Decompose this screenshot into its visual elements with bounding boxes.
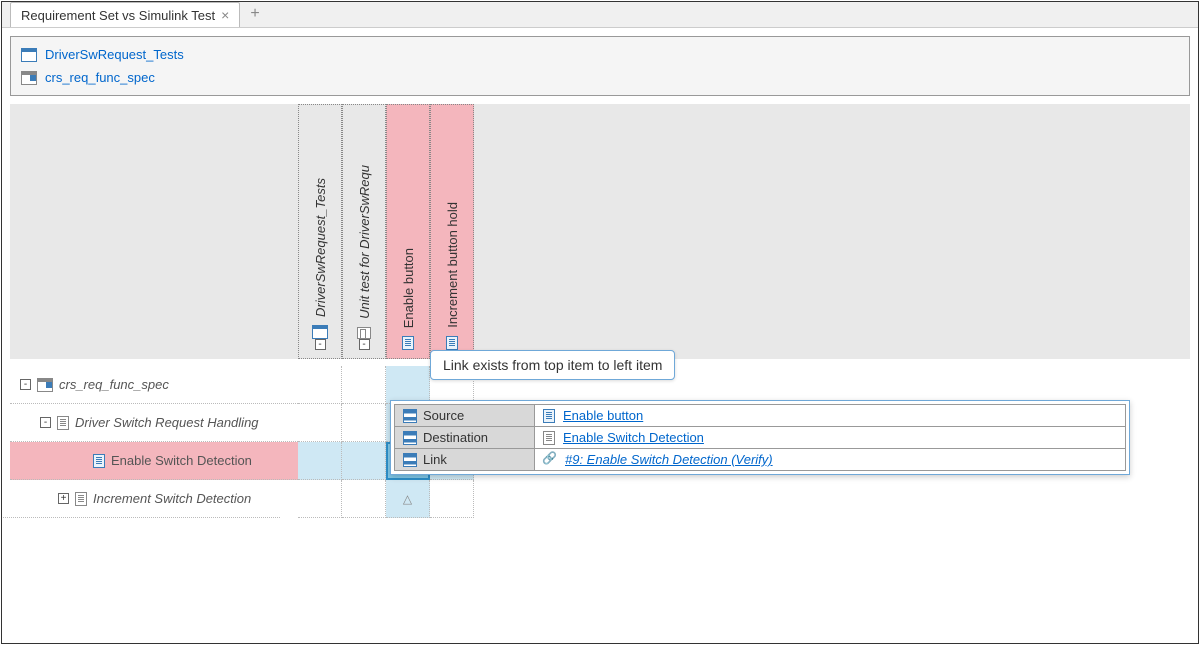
matrix-cell[interactable]: △ <box>386 480 430 518</box>
matrix-cell[interactable] <box>342 480 386 518</box>
close-icon[interactable]: × <box>221 8 229 22</box>
details-link-link[interactable]: #9: Enable Switch Detection (Verify) <box>565 452 773 467</box>
testfile-icon <box>312 325 328 339</box>
collapse-toggle[interactable]: - <box>315 339 326 350</box>
grid-icon <box>403 409 417 423</box>
details-destination-label: Destination <box>423 430 488 445</box>
grid-icon <box>403 453 417 467</box>
expand-toggle[interactable]: + <box>58 493 69 504</box>
artifact-link[interactable]: DriverSwRequest_Tests <box>45 47 184 62</box>
details-row-destination: Destination Enable Switch Detection <box>395 427 1126 449</box>
matrix-cell[interactable] <box>298 442 342 480</box>
matrix-cell[interactable] <box>342 404 386 442</box>
column-header-bg <box>10 104 1190 359</box>
link-details-panel: Source Enable button Destination <box>390 400 1130 475</box>
details-row-link: Link #9: Enable Switch Detection (Verify… <box>395 449 1126 471</box>
artifact-link[interactable]: crs_req_func_spec <box>45 70 155 85</box>
row-label: crs_req_func_spec <box>59 377 169 392</box>
reqset-icon <box>21 71 37 85</box>
artifact-item-tests[interactable]: DriverSwRequest_Tests <box>21 43 1179 66</box>
details-destination-link[interactable]: Enable Switch Detection <box>563 430 704 445</box>
tab-requirement-matrix[interactable]: Requirement Set vs Simulink Test × <box>10 2 240 27</box>
collapse-toggle[interactable]: - <box>40 417 51 428</box>
column-label: Increment button hold <box>445 198 460 328</box>
testfile-icon <box>21 48 37 62</box>
requirement-icon <box>93 454 105 468</box>
row-tree: - crs_req_func_spec - Driver Switch Requ… <box>10 366 298 518</box>
details-link-label: Link <box>423 452 447 467</box>
column-label: Enable button <box>401 244 416 328</box>
tree-row[interactable]: - Driver Switch Request Handling <box>10 404 298 442</box>
column-header[interactable]: DriverSwRequest_Tests - <box>298 104 342 359</box>
artifact-item-reqset[interactable]: crs_req_func_spec <box>21 66 1179 89</box>
column-label: DriverSwRequest_Tests <box>313 174 328 317</box>
row-label: Driver Switch Request Handling <box>75 415 259 430</box>
testsuite-icon <box>357 327 371 339</box>
details-row-source: Source Enable button <box>395 405 1126 427</box>
tab-bar: Requirement Set vs Simulink Test × + <box>2 2 1198 28</box>
details-source-label: Source <box>423 408 464 423</box>
requirement-icon <box>57 416 69 430</box>
column-header[interactable]: Unit test for DriverSwRequ - <box>342 104 386 359</box>
requirement-icon <box>543 431 555 445</box>
grid-icon <box>403 431 417 445</box>
row-label: Increment Switch Detection <box>93 491 251 506</box>
details-table: Source Enable button Destination <box>394 404 1126 471</box>
tab-label: Requirement Set vs Simulink Test <box>21 8 215 23</box>
testcase-icon <box>446 336 458 350</box>
tree-row-enable-switch[interactable]: Enable Switch Detection <box>10 442 298 480</box>
rollup-indicator-icon: △ <box>403 492 412 506</box>
reqset-icon <box>37 378 53 392</box>
app-window: Requirement Set vs Simulink Test × + Dri… <box>1 1 1199 644</box>
tree-row-root[interactable]: - crs_req_func_spec <box>10 366 298 404</box>
add-tab-button[interactable]: + <box>240 1 269 27</box>
testcase-icon <box>402 336 414 350</box>
matrix-cell[interactable] <box>342 442 386 480</box>
collapse-toggle[interactable]: - <box>20 379 31 390</box>
details-source-link[interactable]: Enable button <box>563 408 643 423</box>
link-tooltip: Link exists from top item to left item <box>430 350 675 380</box>
matrix-cell[interactable] <box>342 366 386 404</box>
artifact-panel: DriverSwRequest_Tests crs_req_func_spec <box>10 36 1190 96</box>
cell-row: △ <box>298 480 474 518</box>
matrix-cell[interactable] <box>298 480 342 518</box>
matrix-cell[interactable] <box>298 404 342 442</box>
matrix-cell[interactable] <box>430 480 474 518</box>
row-label: Enable Switch Detection <box>111 453 252 468</box>
column-headers: DriverSwRequest_Tests - Unit test for Dr… <box>298 104 474 359</box>
matrix-cell[interactable] <box>298 366 342 404</box>
testcase-icon <box>543 409 555 423</box>
requirement-icon <box>75 492 87 506</box>
column-header-increment[interactable]: Increment button hold <box>430 104 474 359</box>
tooltip-text: Link exists from top item to left item <box>443 357 662 373</box>
column-header-enable[interactable]: Enable button <box>386 104 430 359</box>
collapse-toggle[interactable]: - <box>359 339 370 350</box>
tree-row-increment-switch[interactable]: + Increment Switch Detection <box>1 480 280 518</box>
link-icon <box>543 453 557 467</box>
column-label: Unit test for DriverSwRequ <box>357 161 372 319</box>
